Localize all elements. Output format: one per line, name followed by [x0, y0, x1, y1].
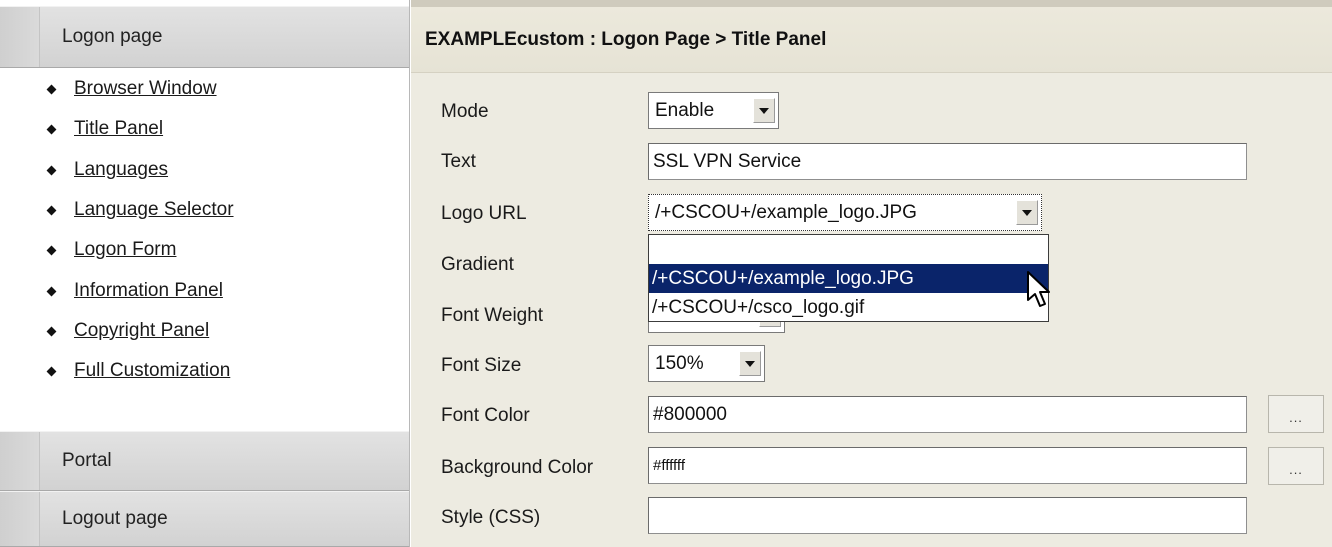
section-grip [0, 432, 40, 490]
bullet-icon [46, 205, 57, 215]
chevron-down-icon[interactable] [753, 98, 775, 123]
nav-item-title-panel[interactable]: Title Panel [46, 116, 163, 142]
nav-item-copyright-panel[interactable]: Copyright Panel [46, 318, 209, 344]
section-logout-page[interactable]: Logout page [0, 491, 409, 547]
nav-link[interactable]: Logon Form [74, 239, 176, 261]
nav-link[interactable]: Copyright Panel [74, 320, 209, 342]
mode-label: Mode [441, 101, 489, 122]
logo-url-dropdown-list: /+CSCOU+/example_logo.JPG /+CSCOU+/csco_… [648, 234, 1049, 322]
font-color-input[interactable]: #800000 [648, 396, 1247, 433]
nav-link[interactable]: Languages [74, 159, 168, 181]
mode-value: Enable [655, 99, 715, 121]
nav-link[interactable]: Title Panel [74, 118, 163, 140]
font-size-label: Font Size [441, 355, 522, 376]
style-css-input[interactable] [648, 497, 1247, 534]
font-color-picker-button[interactable]: ... [1268, 395, 1324, 433]
nav-item-languages[interactable]: Languages [46, 157, 168, 183]
dropdown-option-csco-logo[interactable]: /+CSCOU+/csco_logo.gif [649, 293, 1048, 322]
panel-title: EXAMPLEcustom : Logon Page > Title Panel [411, 7, 1332, 73]
logo-url-label: Logo URL [441, 203, 527, 224]
font-weight-label: Font Weight [441, 305, 544, 326]
nav-link[interactable]: Full Customization [74, 360, 230, 382]
background-color-label: Background Color [441, 457, 594, 478]
bullet-icon [46, 84, 57, 94]
section-portal[interactable]: Portal [0, 431, 409, 491]
nav-item-full-customization[interactable]: Full Customization [46, 358, 230, 384]
text-label: Text [441, 151, 476, 172]
style-css-label: Style (CSS) [441, 507, 541, 528]
chevron-down-icon[interactable] [1016, 200, 1038, 225]
nav-link[interactable]: Browser Window [74, 78, 217, 100]
section-grip [0, 7, 40, 67]
font-size-select[interactable]: 150% [648, 345, 765, 382]
nav-link[interactable]: Language Selector [74, 199, 234, 221]
bullet-icon [46, 286, 57, 296]
bullet-icon [46, 245, 57, 255]
nav-item-language-selector[interactable]: Language Selector [46, 197, 234, 223]
bullet-icon [46, 124, 57, 134]
section-grip [0, 492, 40, 546]
logo-url-select[interactable]: /+CSCOU+/example_logo.JPG [648, 194, 1042, 231]
chevron-down-icon[interactable] [739, 351, 761, 376]
bullet-icon [46, 326, 57, 336]
logo-url-value: /+CSCOU+/example_logo.JPG [655, 201, 917, 223]
background-color-input[interactable]: #ffffff [648, 447, 1247, 484]
dropdown-option-empty[interactable] [649, 235, 1048, 264]
section-title: Logout page [62, 508, 168, 529]
nav-item-information-panel[interactable]: Information Panel [46, 278, 223, 304]
bullet-icon [46, 366, 57, 376]
background-color-picker-button[interactable]: ... [1268, 447, 1324, 485]
section-logon-page[interactable]: Logon page [0, 6, 409, 68]
dropdown-option-example-logo[interactable]: /+CSCOU+/example_logo.JPG [649, 264, 1048, 293]
bullet-icon [46, 165, 57, 175]
nav-link[interactable]: Information Panel [74, 280, 223, 302]
nav-item-browser-window[interactable]: Browser Window [46, 76, 217, 102]
mouse-cursor-icon [1027, 271, 1050, 307]
section-title: Portal [62, 450, 112, 471]
gradient-label: Gradient [441, 254, 514, 275]
section-title: Logon page [62, 26, 163, 47]
text-input[interactable]: SSL VPN Service [648, 143, 1247, 180]
font-color-label: Font Color [441, 405, 530, 426]
nav-item-logon-form[interactable]: Logon Form [46, 237, 176, 263]
font-size-value: 150% [655, 352, 704, 374]
panel-top-strip [411, 0, 1332, 7]
left-navigation: Logon page Browser Window Title Panel La… [0, 0, 410, 547]
mode-select[interactable]: Enable [648, 92, 779, 129]
